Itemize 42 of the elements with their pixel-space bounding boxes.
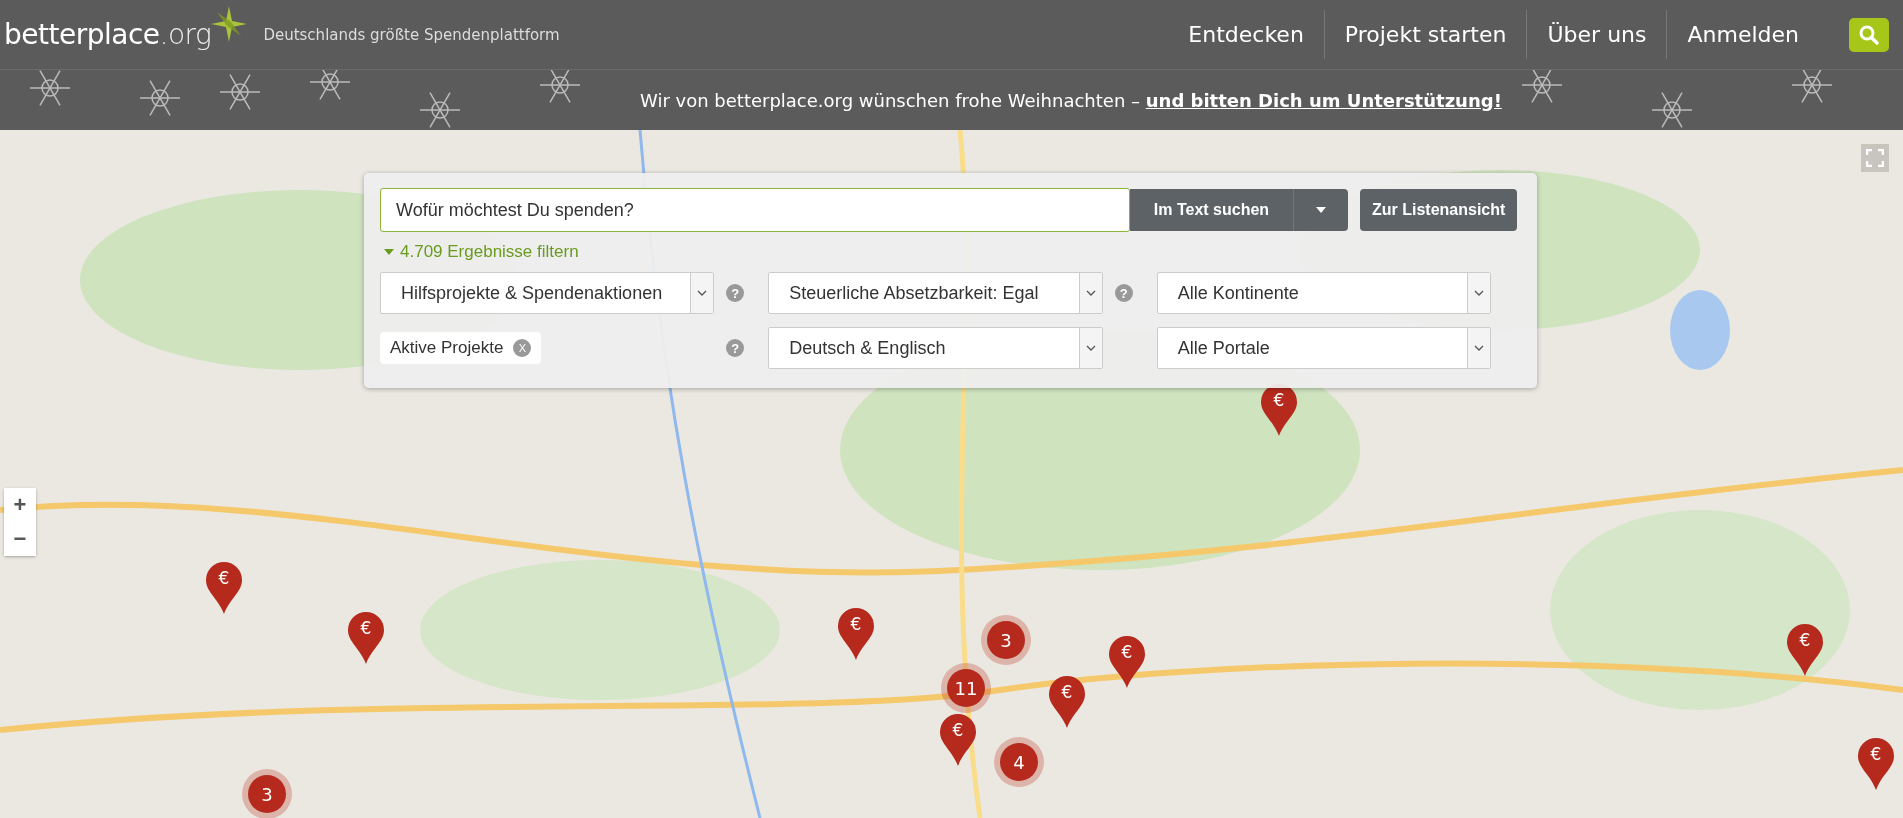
filter-dropdown[interactable]: Steuerliche Absetzbarkeit: Egal — [768, 272, 1103, 314]
nav-link[interactable]: Anmelden — [1667, 10, 1819, 59]
filter-dropdown[interactable]: Alle Portale — [1156, 327, 1491, 369]
logo[interactable]: betterplace.org — [4, 18, 212, 51]
map-pin[interactable]: € — [346, 610, 386, 666]
map-pin[interactable]: € — [204, 560, 244, 616]
marker-cluster[interactable]: 4 — [1000, 743, 1038, 781]
map-pin[interactable]: € — [1785, 622, 1825, 678]
nav-link[interactable]: Über uns — [1527, 10, 1668, 59]
map-pin[interactable]: € — [938, 712, 978, 768]
caret-icon — [1316, 207, 1326, 213]
chevron-down-icon — [1474, 290, 1484, 296]
tag-label: Aktive Projekte — [390, 338, 504, 358]
chevron-down-icon — [1474, 345, 1484, 351]
text-search-button[interactable]: Im Text suchen — [1130, 189, 1293, 231]
banner-message: Wir von betterplace.org wünschen frohe Weihnachten – und bitten Dich um Unterstützung! — [640, 89, 1502, 111]
filter-dropdown[interactable]: Deutsch & Englisch — [768, 327, 1103, 369]
search-field[interactable]: Wofür möchtest Du spenden? — [380, 188, 1130, 232]
search-button[interactable] — [1849, 17, 1889, 52]
chevron-down-icon — [697, 290, 708, 296]
search-icon — [1858, 23, 1880, 46]
marker-cluster[interactable]: 3 — [248, 775, 286, 813]
filter-dropdown[interactable]: Hilfsprojekte & Spendenaktionen — [380, 272, 715, 314]
map-pin[interactable]: € — [836, 606, 876, 662]
map-pin[interactable]: € — [1047, 674, 1087, 730]
dropdown-button[interactable] — [1293, 189, 1348, 231]
support-link[interactable]: und bitten Dich um Unterstützung! — [1145, 89, 1502, 111]
marker-cluster[interactable]: 11 — [947, 669, 985, 707]
tagline: Deutschlands größte Spendenplattform — [263, 25, 560, 44]
nav-link[interactable]: Entdecken — [1168, 10, 1325, 59]
zoom-in-button[interactable]: + — [4, 488, 36, 522]
map-pin[interactable]: € — [1856, 736, 1896, 792]
zoom-out-button[interactable]: − — [4, 522, 36, 556]
fullscreen-icon[interactable] — [1861, 144, 1889, 172]
list-view-button[interactable]: Zur Listenansicht — [1360, 189, 1518, 231]
nav-link[interactable]: Projekt starten — [1324, 10, 1528, 59]
map-pin[interactable]: € — [1107, 634, 1147, 690]
caret-icon — [384, 248, 394, 256]
filter-dropdown[interactable]: Alle Kontinente — [1156, 272, 1491, 314]
chevron-down-icon — [1085, 345, 1096, 351]
chevron-down-icon — [1085, 290, 1096, 296]
marker-cluster[interactable]: 3 — [987, 621, 1025, 659]
